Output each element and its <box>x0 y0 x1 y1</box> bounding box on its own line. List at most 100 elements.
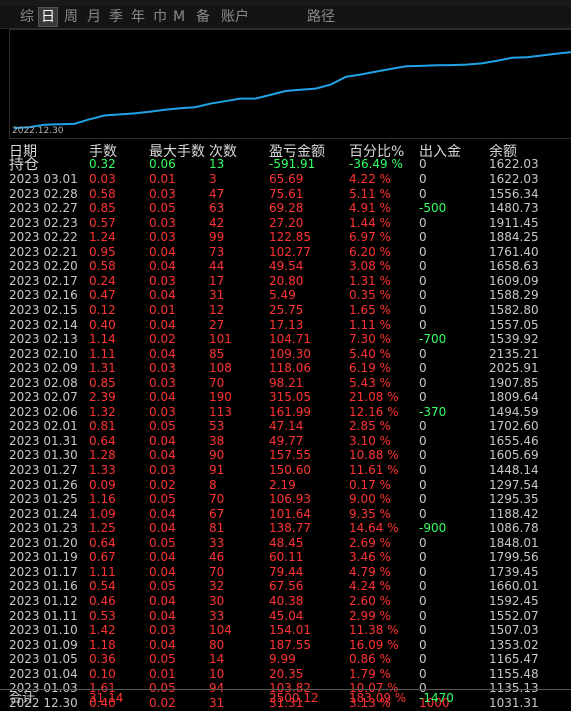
table-row[interactable]: 2023 02.23 0.57 0.03 42 27.20 1.44 % 0 1911.45 <box>0 216 571 231</box>
row-pnl: 17.13 <box>269 317 304 332</box>
row-pnl: 25.75 <box>269 303 304 317</box>
row-date: 2023 02.07 <box>9 390 78 405</box>
tab-path[interactable]: 路径 <box>305 8 337 26</box>
row-pct: 10.88 % <box>349 448 399 463</box>
tab-m[interactable]: M <box>172 8 186 26</box>
row-lots: 1.32 <box>89 404 116 419</box>
table-row[interactable]: 2023 01.30 1.28 0.04 90 157.55 10.88 % 0 1605.6… <box>0 448 571 463</box>
table-row[interactable]: 2023 01.09 1.18 0.04 80 187.55 16.09 % 0 1353.0… <box>0 638 571 653</box>
row-pnl: 157.55 <box>269 448 311 463</box>
row-count: 17 <box>209 273 225 288</box>
table-row[interactable]: 2023 02.07 2.39 0.04 190 315.05 21.08 % 0 1809.… <box>0 390 571 405</box>
holding-count: 13 <box>209 157 225 171</box>
table-row[interactable]: 2023 02.17 0.24 0.03 17 20.80 1.31 % 0 1609.09 <box>0 274 571 289</box>
row-lots: 0.95 <box>89 244 116 259</box>
row-pnl: 118.06 <box>269 361 311 376</box>
table-row[interactable]: 2023 02.13 1.14 0.02 101 104.71 7.30 % -700 153… <box>0 332 571 347</box>
row-count: 99 <box>209 230 225 245</box>
table-row[interactable]: 2023 01.27 1.33 0.03 91 150.60 11.61 % 0 1448.1… <box>0 463 571 478</box>
row-pct: 3.08 % <box>349 259 391 274</box>
row-pct: 1.11 % <box>349 317 391 332</box>
total-io: -1470 <box>419 691 454 705</box>
row-max-lots: 0.03 <box>149 463 176 477</box>
row-date: 2023 02.28 <box>9 186 78 201</box>
tab-week[interactable]: 周 <box>62 8 80 26</box>
row-pct: 3.46 % <box>349 550 391 565</box>
row-pnl: 27.20 <box>269 215 304 230</box>
row-balance: 2135.21 <box>489 346 539 361</box>
row-count: 85 <box>209 346 225 361</box>
tab-notes[interactable]: 备 <box>194 8 212 26</box>
table-row[interactable]: 2023 02.09 1.31 0.03 108 118.06 6.19 % 0 2025.9… <box>0 361 571 376</box>
table-row[interactable]: 2023 02.01 0.81 0.05 53 47.14 2.85 % 0 1702.60 <box>0 419 571 434</box>
table-row[interactable]: 2023 01.16 0.54 0.05 32 67.56 4.24 % 0 1660.01 <box>0 579 571 594</box>
row-pnl: 109.30 <box>269 346 311 361</box>
table-row[interactable]: 2023 03.01 0.03 0.01 3 65.69 4.22 % 0 1622.03 <box>0 172 571 187</box>
table-row[interactable]: 2023 01.10 1.42 0.03 104 154.01 11.38 % 0 1507.… <box>0 623 571 638</box>
row-io: 0 <box>419 594 427 608</box>
tab-year[interactable]: 年 <box>129 8 147 26</box>
col-pct-header[interactable]: 百分比% <box>349 141 404 160</box>
table-row[interactable]: 2023 01.24 1.09 0.04 67 101.64 9.35 % 0 1188.42 <box>0 507 571 522</box>
table-row[interactable]: 2023 02.06 1.32 0.03 113 161.99 12.16 % -370 14… <box>0 405 571 420</box>
row-pnl: 60.11 <box>269 550 304 565</box>
row-lots: 1.31 <box>89 361 116 376</box>
table-row[interactable]: 2023 01.31 0.64 0.04 38 49.77 3.10 % 0 1655.46 <box>0 434 571 449</box>
table-row[interactable]: 2023 02.28 0.58 0.03 47 75.61 5.11 % 0 1556.34 <box>0 187 571 202</box>
row-io: 0 <box>419 666 427 681</box>
col-lots-header[interactable]: 手数 <box>89 141 117 160</box>
row-lots: 0.12 <box>89 303 116 317</box>
row-max-lots: 0.03 <box>149 361 176 376</box>
table-row[interactable]: 2023 02.22 1.24 0.03 99 122.85 6.97 % 0 1884.25 <box>0 230 571 245</box>
row-io: 0 <box>419 346 427 361</box>
table-row[interactable]: 2023 01.05 0.36 0.05 14 9.99 0.86 % 0 1165.47 <box>0 652 571 667</box>
table-row[interactable]: 2023 01.25 1.16 0.05 70 106.93 9.00 % 0 1295.35 <box>0 492 571 507</box>
tab-quarter[interactable]: 季 <box>107 8 125 26</box>
tab-day[interactable]: 日 <box>38 7 58 27</box>
tab-month[interactable]: 月 <box>85 8 103 26</box>
table-row[interactable]: 2023 02.10 1.11 0.04 85 109.30 5.40 % 0 2135.21 <box>0 347 571 362</box>
table-row[interactable]: 2023 01.19 0.67 0.04 46 60.11 3.46 % 0 1799.56 <box>0 550 571 565</box>
row-date: 2023 01.30 <box>9 448 78 463</box>
row-count: 113 <box>209 404 232 419</box>
table-row[interactable]: 2023 01.17 1.11 0.04 70 79.44 4.79 % 0 1739.45 <box>0 565 571 580</box>
col-maxlots-header[interactable]: 最大手数 <box>149 141 205 160</box>
table-row[interactable]: 2023 02.08 0.85 0.03 70 98.21 5.43 % 0 1907.85 <box>0 376 571 391</box>
table-row[interactable]: 2023 02.15 0.12 0.01 12 25.75 1.65 % 0 1582.80 <box>0 303 571 318</box>
table-row[interactable]: 2023 02.21 0.95 0.04 73 102.77 6.20 % 0 1761.40 <box>0 245 571 260</box>
col-pnl-header[interactable]: 盈亏金额 <box>269 141 325 160</box>
row-date: 2023 01.05 <box>9 652 78 667</box>
holding-row[interactable]: 持仓 0.32 0.06 13 -591.91 -36.49 % 0 1622.… <box>0 157 571 172</box>
tab-overview[interactable]: 综 <box>18 8 36 26</box>
row-pct: 4.24 % <box>349 579 391 594</box>
tab-account[interactable]: 账户 <box>218 8 252 26</box>
row-lots: 1.18 <box>89 637 116 652</box>
table-row[interactable]: 2023 01.04 0.10 0.01 10 20.35 1.79 % 0 1155.48 <box>0 667 571 682</box>
table-row[interactable]: 2023 01.11 0.53 0.04 33 45.04 2.99 % 0 1552.07 <box>0 609 571 624</box>
table-row[interactable]: 2023 01.12 0.46 0.04 30 40.38 2.60 % 0 1592.45 <box>0 594 571 609</box>
row-balance: 1605.69 <box>489 448 539 463</box>
row-pct: 5.11 % <box>349 186 391 201</box>
table-row[interactable]: 2023 01.20 0.64 0.05 33 48.45 2.69 % 0 1848.01 <box>0 536 571 551</box>
table-row[interactable]: 2023 02.16 0.47 0.04 31 5.49 0.35 % 0 1588.29 <box>0 288 571 303</box>
col-io-header[interactable]: 出入金 <box>419 141 461 160</box>
row-pct: 1.44 % <box>349 215 391 230</box>
table-row[interactable]: 2023 02.20 0.58 0.04 44 49.54 3.08 % 0 1658.63 <box>0 259 571 274</box>
tab-custom[interactable]: 巾 <box>151 8 169 26</box>
row-pct: 1.31 % <box>349 273 391 288</box>
table-row[interactable]: 2023 02.14 0.40 0.04 27 17.13 1.11 % 0 1557.05 <box>0 318 571 333</box>
col-count-header[interactable]: 次数 <box>209 141 237 160</box>
row-pct: 2.69 % <box>349 535 391 550</box>
row-lots: 0.46 <box>89 594 116 608</box>
row-date: 2023 02.17 <box>9 273 78 288</box>
table-row[interactable]: 2023 02.27 0.85 0.05 63 69.28 4.91 % -500 1480.… <box>0 201 571 216</box>
row-date: 2023 01.23 <box>9 521 78 536</box>
row-balance: 1588.29 <box>489 288 539 303</box>
table-row[interactable]: 2023 01.23 1.25 0.04 81 138.77 14.64 % -900 108… <box>0 521 571 536</box>
col-balance-header[interactable]: 余额 <box>489 141 517 160</box>
row-io: 0 <box>419 608 427 623</box>
row-max-lots: 0.05 <box>149 492 176 507</box>
table-row[interactable]: 2023 01.26 0.09 0.02 8 2.19 0.17 % 0 1297.54 <box>0 478 571 493</box>
row-pnl: 79.44 <box>269 564 304 579</box>
row-date: 2023 02.14 <box>9 317 78 332</box>
